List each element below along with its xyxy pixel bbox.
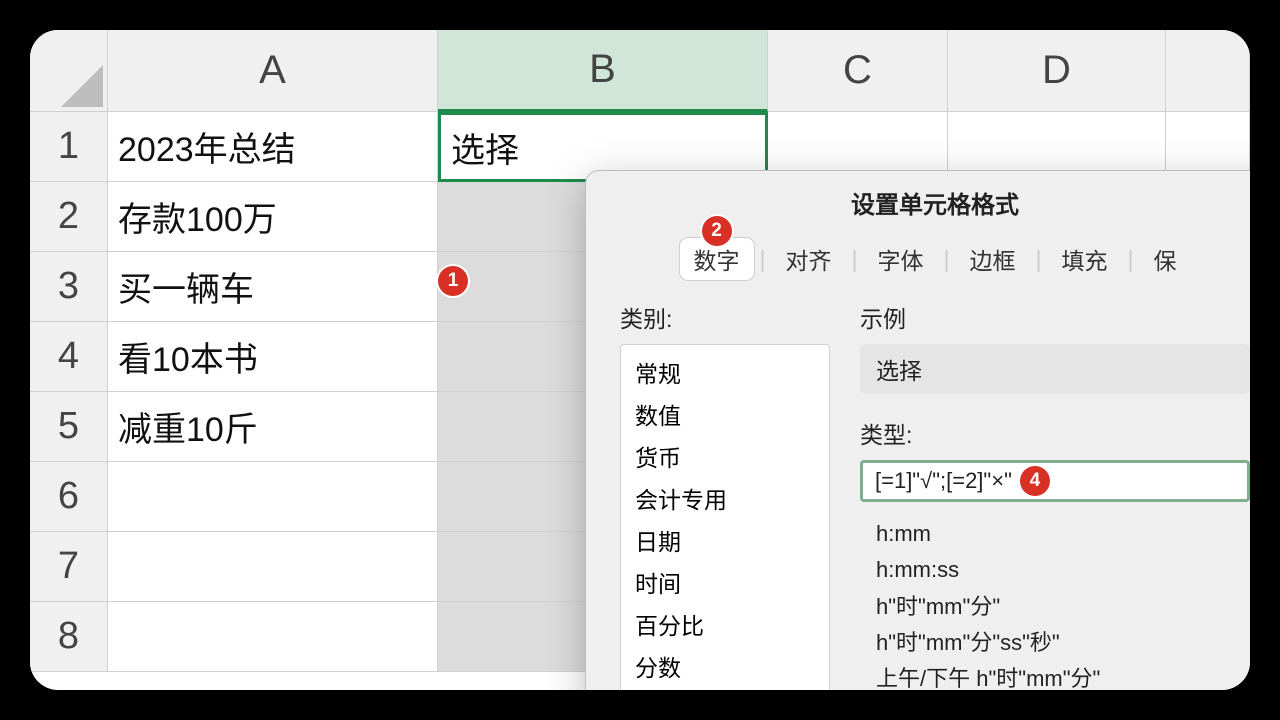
annotation-marker-2: 2 [702, 216, 732, 246]
format-list[interactable]: h:mmh:mm:ssh"时"mm"分"h"时"mm"分"ss"秒"上午/下午 … [860, 516, 1250, 690]
type-label: 类型: [860, 416, 1250, 450]
tab-保[interactable]: 保 [1139, 238, 1190, 280]
tab-separator: | [852, 246, 858, 273]
row-header-6[interactable]: 6 [30, 462, 108, 532]
dialog-tabs: 数字2|对齐|字体|边框|填充|保 [586, 238, 1250, 294]
row-header-1[interactable]: 1 [30, 112, 108, 182]
dialog-title: 设置单元格格式 [586, 171, 1250, 238]
row-header-8[interactable]: 8 [30, 602, 108, 672]
select-all-corner[interactable] [30, 30, 108, 112]
cell-A8[interactable] [108, 602, 438, 672]
format-list-item[interactable]: h"时"mm"分"ss"秒" [876, 625, 1250, 661]
category-list[interactable]: 常规数值货币会计专用日期时间百分比分数科学记数文本特殊自定义3 [620, 344, 830, 690]
tab-数字[interactable]: 数字2 [680, 238, 754, 280]
category-item-时间[interactable]: 时间 [621, 561, 829, 603]
category-column: 类别: 常规数值货币会计专用日期时间百分比分数科学记数文本特殊自定义3 [620, 300, 830, 690]
tab-separator: | [760, 246, 766, 273]
type-input-value: [=1]"√";[=2]"×" [875, 468, 1012, 494]
tab-填充[interactable]: 填充 [1047, 238, 1121, 280]
column-header-D[interactable]: D [948, 30, 1166, 112]
cell-A1[interactable]: 2023年总结 [108, 112, 438, 182]
cell-A2[interactable]: 存款100万 [108, 182, 438, 252]
sample-value: 选择 [876, 352, 922, 386]
cell-A6[interactable] [108, 462, 438, 532]
cell-A4[interactable]: 看10本书 [108, 322, 438, 392]
format-cells-dialog: 设置单元格格式 数字2|对齐|字体|边框|填充|保 类别: 常规数值货币会计专用… [585, 170, 1250, 690]
tab-separator: | [1127, 246, 1133, 273]
category-item-常规[interactable]: 常规 [621, 351, 829, 393]
cell-A3[interactable]: 买一辆车 [108, 252, 438, 322]
category-item-会计专用[interactable]: 会计专用 [621, 477, 829, 519]
tab-边框[interactable]: 边框 [955, 238, 1029, 280]
cell-A5[interactable]: 减重10斤 [108, 392, 438, 462]
tab-separator: | [1035, 246, 1041, 273]
row-header-4[interactable]: 4 [30, 322, 108, 392]
annotation-marker-1: 1 [438, 266, 468, 296]
column-header-extra[interactable] [1166, 30, 1250, 112]
category-item-百分比[interactable]: 百分比 [621, 603, 829, 645]
sample-box: 选择 [860, 344, 1250, 394]
category-item-科学记数[interactable]: 科学记数 [621, 687, 829, 690]
row-header-3[interactable]: 3 [30, 252, 108, 322]
column-header-B[interactable]: B [438, 30, 768, 112]
format-list-item[interactable]: h:mm [876, 516, 1250, 552]
format-list-item[interactable]: 上午/下午 h"时"mm"分" [876, 661, 1250, 690]
type-input[interactable]: [=1]"√";[=2]"×" 4 [860, 460, 1250, 502]
cell-A7[interactable] [108, 532, 438, 602]
tab-对齐[interactable]: 对齐 [772, 238, 846, 280]
format-list-item[interactable]: h"时"mm"分" [876, 589, 1250, 625]
category-item-货币[interactable]: 货币 [621, 435, 829, 477]
category-item-数值[interactable]: 数值 [621, 393, 829, 435]
tab-separator: | [944, 246, 950, 273]
column-header-A[interactable]: A [108, 30, 438, 112]
category-item-日期[interactable]: 日期 [621, 519, 829, 561]
category-item-分数[interactable]: 分数 [621, 645, 829, 687]
tab-字体[interactable]: 字体 [864, 238, 938, 280]
detail-column: 示例 选择 类型: [=1]"√";[=2]"×" 4 h:mmh:mm:ssh… [860, 300, 1250, 690]
sample-label: 示例 [860, 300, 1250, 334]
format-list-item[interactable]: h:mm:ss [876, 552, 1250, 588]
annotation-marker-4: 4 [1020, 466, 1050, 496]
row-header-2[interactable]: 2 [30, 182, 108, 252]
category-label: 类别: [620, 300, 830, 334]
column-header-C[interactable]: C [768, 30, 948, 112]
app-window: ABCD12023年总结选择2存款100万3买一辆车4看10本书5减重10斤67… [30, 30, 1250, 690]
row-header-5[interactable]: 5 [30, 392, 108, 462]
row-header-7[interactable]: 7 [30, 532, 108, 602]
